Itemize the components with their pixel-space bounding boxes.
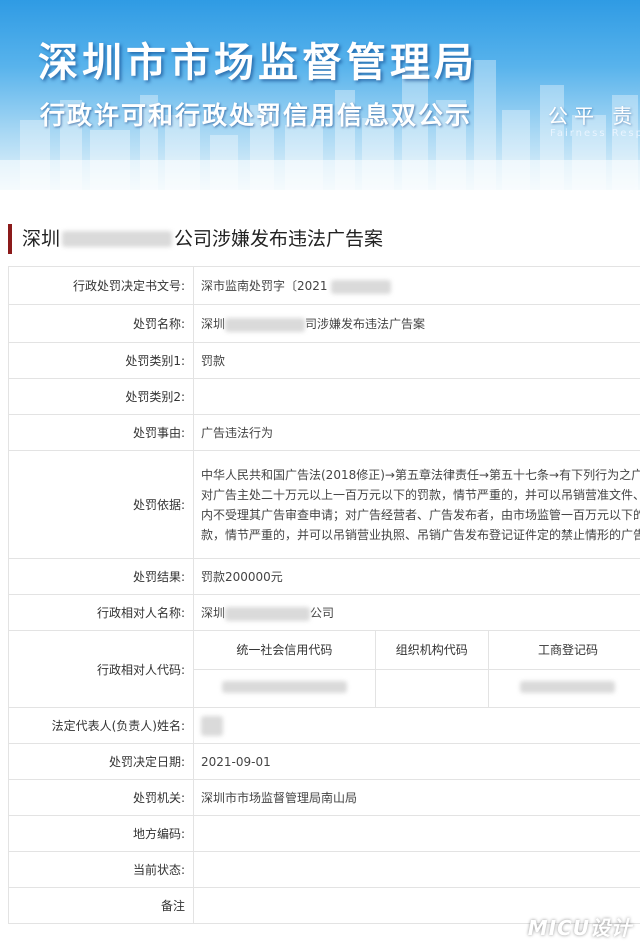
- redacted-block: [201, 715, 223, 736]
- table-row: 行政相对人名称: 深圳 公司: [8, 594, 640, 631]
- slogan: 公平 责: [548, 104, 639, 128]
- basis-text: 中华人民共和国广告法(2018修正)→第五章法律责任→第五十七条→有下列行为之广…: [201, 467, 640, 542]
- agency-title: 深圳市市场监督管理局: [38, 39, 478, 86]
- basis-label: 处罚依据:: [8, 450, 194, 559]
- redacted-block: [331, 279, 392, 294]
- table-row: 当前状态:: [8, 851, 640, 888]
- table-row: 处罚依据: 中华人民共和国广告法(2018修正)→第五章法律责任→第五十七条→有…: [8, 450, 640, 559]
- table-row: 行政相对人代码: 统一社会信用代码 组织机构代码 工商登记码: [8, 630, 640, 708]
- table-row: 地方编码:: [8, 815, 640, 852]
- reason-value: 广告违法行为: [193, 414, 640, 451]
- header-banner: 深圳市市场监督管理局 行政许可和行政处罚信用信息双公示 公平 责 Fairnes…: [0, 0, 640, 190]
- decision-date-label: 处罚决定日期:: [8, 743, 194, 780]
- table-row: 处罚事由: 广告违法行为: [8, 414, 640, 451]
- redacted-block: [221, 680, 347, 693]
- region-code-value: [193, 815, 640, 852]
- table-row: 法定代表人(负责人)姓名:: [8, 707, 640, 744]
- decision-no-label: 行政处罚决定书文号:: [8, 266, 194, 305]
- penalty-info-table: 行政处罚决定书文号: 深市监南处罚字〔2021 处罚名称: 深圳 司涉嫌发布违法广…: [8, 266, 640, 924]
- result-label: 处罚结果:: [8, 558, 194, 595]
- case-title-suffix: 公司涉嫌发布违法广告案: [174, 228, 384, 250]
- business-reg-header: 工商登记码: [488, 631, 640, 670]
- case-title: 深圳 公司涉嫌发布违法广告案: [22, 224, 640, 254]
- result-value: 罚款200000元: [193, 558, 640, 595]
- credit-code-value: [194, 669, 376, 707]
- credit-code-header: 统一社会信用代码: [194, 631, 376, 670]
- party-name-prefix: 深圳: [201, 606, 226, 620]
- penalty-name-label: 处罚名称:: [8, 304, 194, 343]
- redacted-block: [225, 606, 311, 621]
- remark-label: 备注: [8, 887, 194, 924]
- basis-value: 中华人民共和国广告法(2018修正)→第五章法律责任→第五十七条→有下列行为之广…: [193, 450, 640, 559]
- org-code-value: [375, 669, 489, 707]
- table-row: 处罚类别2:: [8, 378, 640, 415]
- case-title-bar: 深圳 公司涉嫌发布违法广告案: [8, 224, 640, 254]
- table-row: 处罚决定日期: 2021-09-01: [8, 743, 640, 780]
- authority-value: 深圳市市场监督管理局南山局: [193, 779, 640, 816]
- table-row: 行政处罚决定书文号: 深市监南处罚字〔2021: [8, 266, 640, 305]
- category2-label: 处罚类别2:: [8, 378, 194, 415]
- party-code-subtable: 统一社会信用代码 组织机构代码 工商登记码: [194, 631, 640, 707]
- status-label: 当前状态:: [8, 851, 194, 888]
- party-code-label: 行政相对人代码:: [8, 630, 194, 708]
- table-row: 处罚机关: 深圳市市场监督管理局南山局: [8, 779, 640, 816]
- authority-label: 处罚机关:: [8, 779, 194, 816]
- business-reg-value: [488, 669, 640, 707]
- redacted-block: [62, 231, 173, 247]
- table-row: 处罚名称: 深圳 司涉嫌发布违法广告案: [8, 304, 640, 343]
- city-skyline-image: [0, 60, 640, 190]
- reason-label: 处罚事由:: [8, 414, 194, 451]
- penalty-name-prefix: 深圳: [201, 317, 226, 331]
- party-name-value: 深圳 公司: [193, 594, 640, 631]
- penalty-name-suffix: 司涉嫌发布违法广告案: [305, 317, 426, 331]
- category1-value: 罚款: [193, 342, 640, 379]
- org-code-header: 组织机构代码: [375, 631, 489, 670]
- legal-rep-label: 法定代表人(负责人)姓名:: [8, 707, 194, 744]
- category1-label: 处罚类别1:: [8, 342, 194, 379]
- agency-subtitle: 行政许可和行政处罚信用信息双公示: [40, 101, 473, 130]
- party-code-value: 统一社会信用代码 组织机构代码 工商登记码: [193, 630, 640, 708]
- party-name-label: 行政相对人名称:: [8, 594, 194, 631]
- watermark-logo: MICU设计: [527, 916, 632, 940]
- decision-date-value: 2021-09-01: [193, 743, 640, 780]
- category2-value: [193, 378, 640, 415]
- decision-no-value: 深市监南处罚字〔2021: [193, 266, 640, 305]
- table-row: 处罚结果: 罚款200000元: [8, 558, 640, 595]
- slogan-en: Fairness Respo: [550, 128, 640, 139]
- party-name-suffix: 公司: [310, 606, 335, 620]
- redacted-block: [225, 317, 306, 332]
- status-value: [193, 851, 640, 888]
- table-row: 处罚类别1: 罚款: [8, 342, 640, 379]
- case-title-prefix: 深圳: [22, 228, 61, 250]
- decision-no-text: 深市监南处罚字〔2021: [201, 279, 328, 293]
- redacted-block: [520, 680, 616, 693]
- legal-rep-value: [193, 707, 640, 744]
- region-code-label: 地方编码:: [8, 815, 194, 852]
- penalty-name-value: 深圳 司涉嫌发布违法广告案: [193, 304, 640, 343]
